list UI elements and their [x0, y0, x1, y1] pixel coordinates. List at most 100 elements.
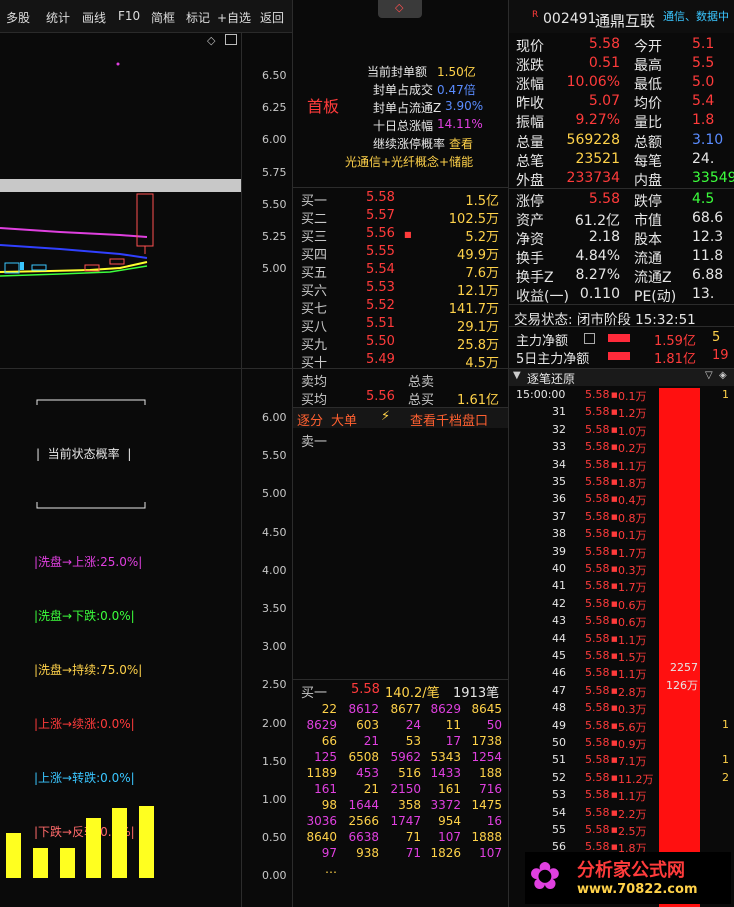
quote-row: 涨跌 0.51 最高 5.5	[516, 55, 715, 75]
queue-cell: 53	[405, 734, 421, 748]
orderbook-row[interactable]: 买八 5.51 29.1万	[298, 316, 503, 335]
queue-cell: 8629	[430, 702, 461, 716]
orderbook-row[interactable]: 买十 5.49 4.5万	[298, 352, 503, 371]
tick-row: 54 5.58 ■ 2.2万	[552, 805, 647, 821]
tick-row: 51 5.58 ■ 7.1万	[552, 753, 647, 769]
queue-cell: 5962	[390, 750, 421, 764]
tab-big-order[interactable]: 大单	[331, 410, 357, 429]
price-axis-label: 6.00	[262, 133, 287, 146]
info-label: 继续涨停概率	[373, 137, 446, 151]
prob-bar	[112, 808, 127, 878]
tick-row: 15:00:00 5.58 ■ 0.1万	[516, 388, 647, 403]
quote-row: 净资 2.18 股本 12.3	[516, 229, 724, 248]
sell-one-label: 卖一	[301, 435, 328, 450]
info-label: 封单占成交	[373, 83, 434, 97]
tick-row: 50 5.58 ■ 0.9万	[552, 736, 647, 751]
stock-badge: R	[532, 10, 539, 20]
prob-axis-label: 6.00	[262, 411, 287, 424]
toolbar-back[interactable]: 返回	[260, 9, 284, 26]
toolbar-draw[interactable]: 画线	[82, 9, 106, 26]
orderbook-row[interactable]: 买九 5.50 25.8万	[298, 334, 503, 353]
queue-cell: 1433	[430, 766, 461, 780]
watermark-url: www.70822.com	[577, 882, 698, 897]
ticks-title: 逐笔还原	[527, 372, 576, 386]
price-axis-label: 5.00	[262, 262, 287, 275]
tick-row: 32 5.58 ■ 1.0万	[552, 422, 647, 438]
queue-cell: 71	[405, 830, 421, 844]
settings-icon[interactable]: ◈	[719, 370, 727, 381]
prob-bars-svg	[6, 806, 154, 878]
tick-side-value: 1	[722, 387, 729, 401]
prob-axis-label: 0.00	[262, 869, 287, 883]
queue-cell: 938	[356, 846, 379, 860]
orderbook-row[interactable]: 买五 5.54 7.6万	[298, 262, 503, 281]
toolbar-f10[interactable]: F10	[118, 9, 140, 23]
kline-svg	[0, 62, 241, 277]
queue-cell: 516	[398, 766, 421, 780]
queue-cell: 97	[321, 846, 337, 860]
quote-row: 昨收 5.07 均价 5.4	[516, 93, 715, 113]
queue-cell: 1747	[390, 814, 421, 828]
bid-queue-matrix: 22 8612 8677 8629 8645 8629 603 24 11 50 66 21 53 17 1…	[293, 702, 508, 882]
quote-row: 总量 569228 总额 3.10	[516, 131, 724, 151]
queue-cell: 2150	[390, 782, 421, 796]
orderbook-tabs: 逐分 大单 ⚡ 查看千档盘口	[293, 408, 508, 429]
watermark-brand: 分析家公式网	[577, 860, 685, 881]
prob-axis-label: 5.00	[262, 487, 287, 501]
quote-row: 振幅 9.27% 量比 1.8	[516, 112, 715, 132]
orderbook-row[interactable]: 买六 5.53 12.1万	[298, 280, 503, 299]
price-axis-label: 5.50	[262, 198, 287, 211]
prob-axis-label: 5.50	[262, 449, 287, 463]
queue-cell: 161	[438, 782, 461, 796]
queue-cell: 21	[363, 734, 379, 748]
tick-row: 44 5.58 ■ 1.1万	[552, 631, 647, 647]
queue-cell: 8645	[471, 702, 502, 716]
view-thousand-depth-link[interactable]: 查看千档盘口	[410, 410, 488, 429]
queue-cell: 3036	[306, 814, 337, 828]
prob-bar	[33, 848, 48, 878]
stock-tags[interactable]: 通信、数据中	[663, 8, 729, 24]
queue-cell: 1738	[471, 734, 502, 748]
prob-bar	[6, 833, 21, 878]
lightning-icon[interactable]: ⚡	[381, 409, 390, 424]
toolbar-add-favorite[interactable]: +自选	[217, 9, 251, 26]
tick-row: 41 5.58 ■ 1.7万	[552, 579, 647, 595]
watermark: ✿ 分析家公式网 www.70822.com	[525, 852, 731, 904]
queue-cell: 1888	[471, 830, 502, 844]
probability-link[interactable]: 查看	[449, 135, 473, 152]
orderbook-summary-row: 卖均 总卖	[301, 375, 435, 390]
tick-row: 42 5.58 ■ 0.6万	[552, 596, 647, 612]
tab-per-minute[interactable]: 逐分	[297, 410, 323, 429]
tick-side-value: 1	[722, 753, 729, 767]
table-icon[interactable]	[584, 333, 595, 344]
toolbar-mark[interactable]: 标记	[186, 9, 210, 26]
info-label: 封单占流通Z	[373, 101, 442, 115]
tick-row: 52 5.58 ■ 11.2万	[552, 770, 654, 786]
stock-name: 通鼎互联	[595, 12, 656, 30]
orderbook-row[interactable]: 买三 5.56 ■ 5.2万	[298, 226, 503, 245]
filter-icon[interactable]: ▽	[705, 370, 713, 381]
quote-row: 换手Z 8.27% 流通Z 6.88	[516, 267, 724, 287]
price-axis-label: 5.75	[262, 166, 287, 179]
collapse-tab[interactable]: ◇	[378, 0, 422, 18]
toolbar-stats[interactable]: 统计	[46, 9, 70, 26]
queue-cell: 17	[445, 734, 461, 748]
info-value: 14.11%	[437, 117, 483, 131]
orderbook-row[interactable]: 买一 5.58 1.5亿	[298, 190, 503, 209]
orderbook-row[interactable]: 买七 5.52 141.7万	[298, 298, 503, 317]
quote-row: 换手 4.84% 流通 11.8	[516, 248, 724, 268]
toolbar-simple-frame[interactable]: 简框	[151, 9, 175, 26]
toolbar-multi-stock[interactable]: 多股	[6, 9, 30, 26]
tick-row: 49 5.58 ■ 5.6万	[552, 718, 647, 734]
five-day-flow-row: 5日主力净额 1.81亿 19	[516, 348, 729, 367]
orderbook-row[interactable]: 买四 5.55 49.9万	[298, 244, 503, 263]
prob-axis-label: 0.50	[262, 831, 287, 845]
tick-row: 53 5.58 ■ 1.1万	[552, 788, 647, 804]
flower-logo-icon: ✿	[529, 854, 561, 898]
queue-cell: 24	[405, 718, 421, 732]
queue-cell: 716	[479, 782, 502, 796]
orderbook-row[interactable]: 买二 5.57 102.5万	[298, 208, 503, 227]
chevron-down-icon[interactable]: ▼	[513, 370, 521, 381]
info-value: 1.50亿	[437, 65, 476, 79]
queue-cell: 603	[356, 718, 379, 732]
